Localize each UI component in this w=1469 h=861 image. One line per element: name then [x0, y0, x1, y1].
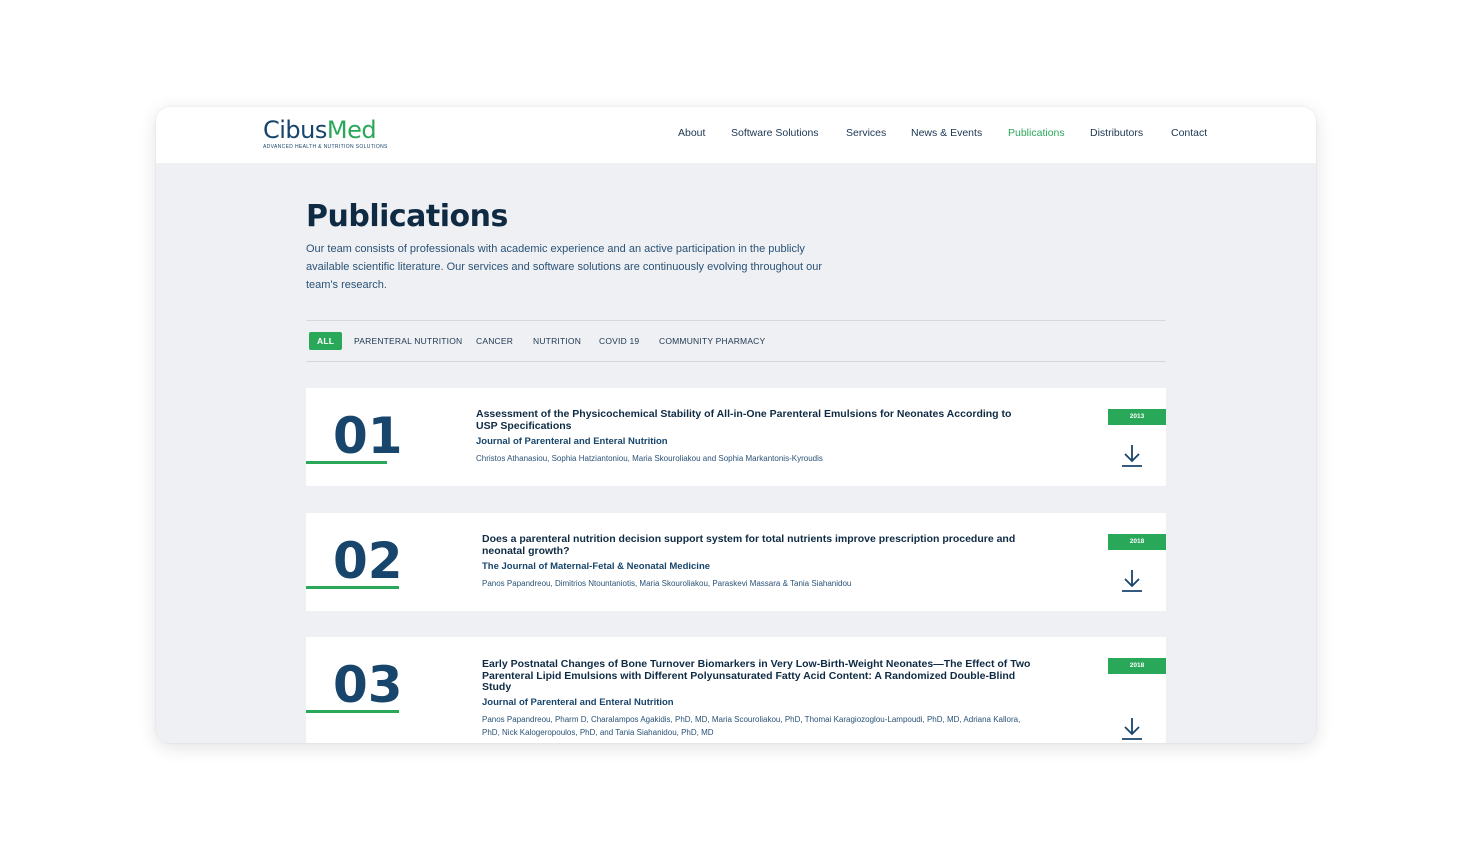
publication-card: 03 Early Postnatal Changes of Bone Turno…	[306, 637, 1166, 743]
publication-journal: The Journal of Maternal-Fetal & Neonatal…	[482, 561, 711, 572]
page-intro: Our team consists of professionals with …	[306, 243, 823, 291]
filter-covid-19[interactable]: COVID 19	[599, 332, 639, 350]
category-filter-bar: ALL PARENTERAL NUTRITION CANCER NUTRITIO…	[306, 320, 1166, 362]
filter-nutrition[interactable]: NUTRITION	[533, 332, 581, 350]
publication-journal: Journal of Parenteral and Enteral Nutrit…	[476, 436, 668, 447]
nav-about[interactable]: About	[678, 127, 705, 139]
cibusmed-logo[interactable]: CibusMed ADVANCED HEALTH & NUTRITION SOL…	[263, 117, 403, 153]
nav-software-solutions[interactable]: Software Solutions	[731, 127, 819, 139]
logo-wordmark: CibusMed	[263, 116, 377, 144]
download-button[interactable]	[1120, 716, 1144, 742]
publication-card: 02 Does a parenteral nutrition decision …	[306, 513, 1166, 611]
publication-journal: Journal of Parenteral and Enteral Nutrit…	[482, 697, 674, 708]
number-underline	[306, 586, 399, 589]
publication-number: 02	[333, 532, 403, 590]
browser-frame: CibusMed ADVANCED HEALTH & NUTRITION SOL…	[156, 107, 1316, 743]
publication-number: 03	[333, 656, 403, 714]
nav-distributors[interactable]: Distributors	[1090, 127, 1143, 139]
nav-publications[interactable]: Publications	[1008, 127, 1065, 139]
download-icon	[1122, 445, 1142, 467]
nav-news-events[interactable]: News & Events	[911, 127, 982, 139]
publication-authors: Christos Athanasiou, Sophia Hatziantonio…	[476, 454, 823, 463]
filter-cancer[interactable]: CANCER	[476, 332, 513, 350]
number-underline	[306, 461, 387, 464]
publication-title[interactable]: Early Postnatal Changes of Bone Turnover…	[482, 658, 1032, 694]
filter-community-pharmacy[interactable]: COMMUNITY PHARMACY	[659, 332, 765, 350]
publication-card: 01 Assessment of the Physicochemical Sta…	[306, 388, 1166, 486]
site-header: CibusMed ADVANCED HEALTH & NUTRITION SOL…	[156, 107, 1316, 163]
publication-number: 01	[333, 407, 403, 465]
year-badge: 2018	[1108, 658, 1166, 674]
nav-services[interactable]: Services	[846, 127, 886, 139]
download-button[interactable]	[1120, 443, 1144, 469]
page-title: Publications	[306, 199, 508, 234]
filter-all[interactable]: ALL	[309, 332, 343, 350]
download-icon	[1122, 570, 1142, 592]
download-icon	[1122, 718, 1142, 740]
publication-title[interactable]: Does a parenteral nutrition decision sup…	[482, 533, 1032, 557]
download-button[interactable]	[1120, 568, 1144, 594]
publication-title[interactable]: Assessment of the Physicochemical Stabil…	[476, 408, 1026, 432]
number-underline	[306, 710, 399, 713]
publication-authors: Panos Papandreou, Pharm D, Charalampos A…	[482, 715, 1021, 737]
logo-tagline: ADVANCED HEALTH & NUTRITION SOLUTIONS	[263, 144, 388, 150]
year-badge: 2013	[1108, 409, 1166, 425]
filter-parenteral-nutrition[interactable]: PARENTERAL NUTRITION	[354, 332, 462, 350]
nav-contact[interactable]: Contact	[1171, 127, 1207, 139]
year-badge: 2018	[1108, 534, 1166, 550]
publication-authors: Panos Papandreou, Dimitrios Ntountanioti…	[482, 579, 852, 588]
